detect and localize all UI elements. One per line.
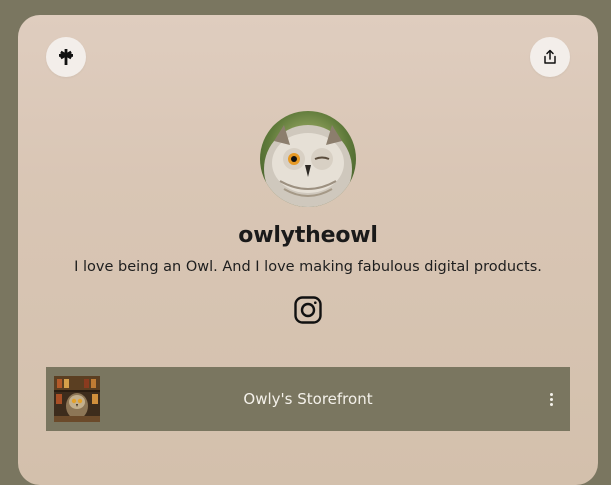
share-button[interactable]	[530, 37, 570, 77]
profile-bio: I love being an Owl. And I love making f…	[74, 259, 542, 275]
linktree-asterisk-icon	[59, 49, 73, 65]
link-button-storefront[interactable]: Owly's Storefront	[46, 367, 570, 431]
share-icon	[544, 49, 556, 64]
more-vertical-icon[interactable]	[544, 389, 558, 409]
profile-username: owlytheowl	[238, 223, 378, 248]
instagram-link[interactable]	[293, 295, 323, 325]
profile-card: owlytheowl I love being an Owl. And I lo…	[18, 15, 598, 485]
instagram-icon	[294, 296, 322, 324]
logo-button[interactable]	[46, 37, 86, 77]
storefront-thumbnail	[54, 376, 100, 422]
avatar	[260, 111, 356, 207]
link-label: Owly's Storefront	[243, 390, 373, 408]
